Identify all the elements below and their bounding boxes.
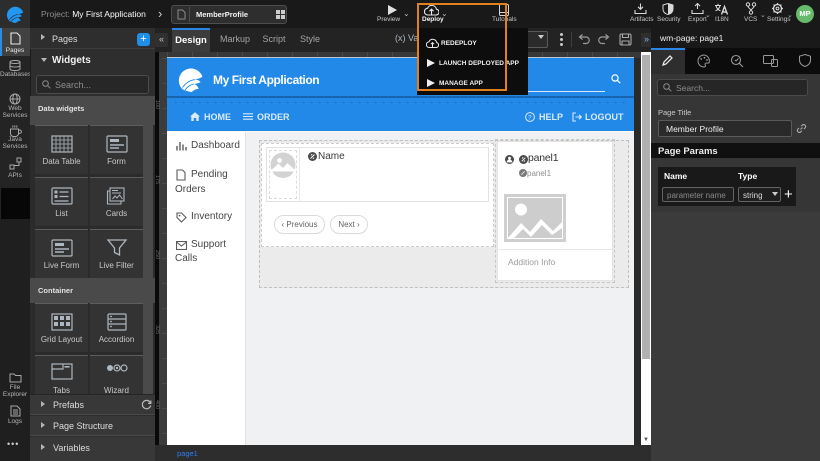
svg-text:?: ? [528, 114, 532, 121]
